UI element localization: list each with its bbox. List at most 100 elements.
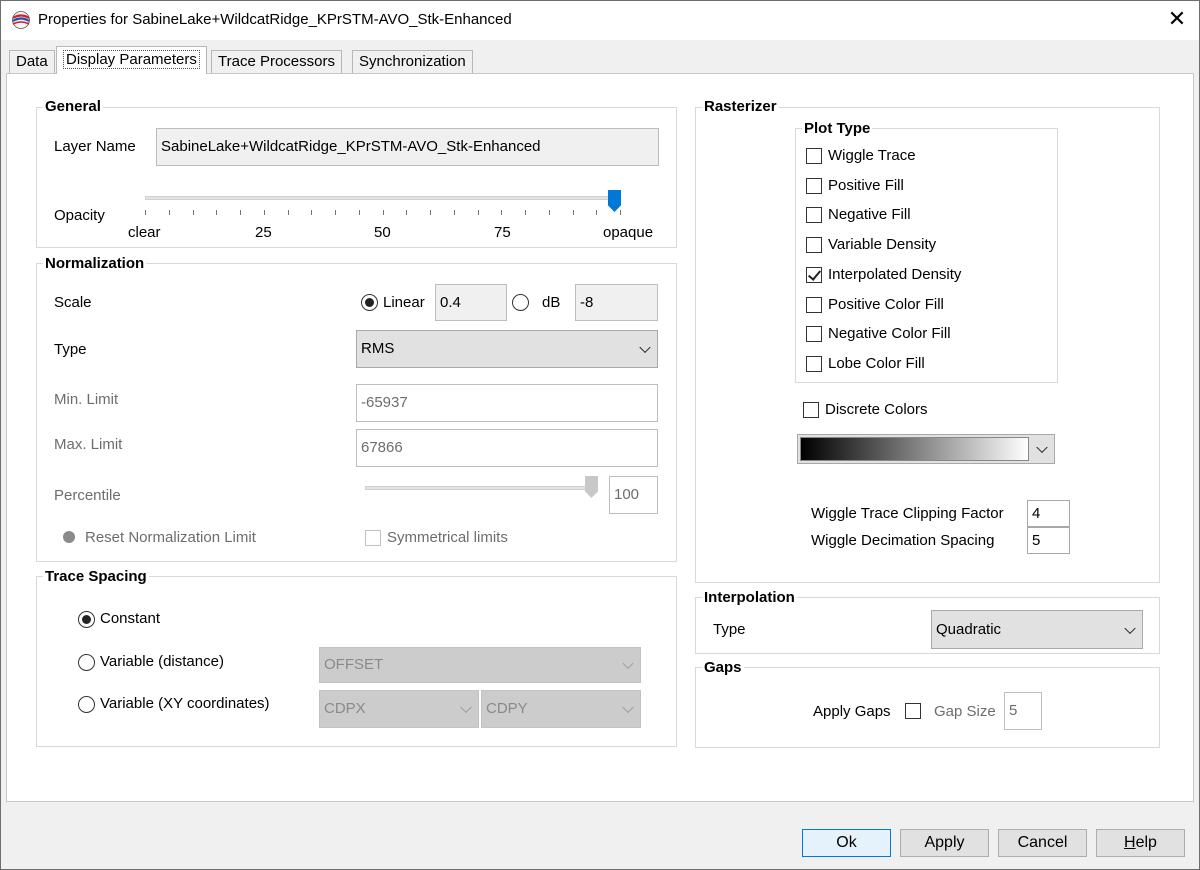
apply-button[interactable]: Apply bbox=[900, 829, 989, 857]
opacity-slider-tick bbox=[145, 210, 146, 215]
layer-name-label: Layer Name bbox=[54, 138, 136, 155]
window-title: Properties for SabineLake+WildcatRidge_K… bbox=[38, 11, 512, 28]
min-limit-label: Min. Limit bbox=[54, 391, 119, 408]
plot-type-positive-fill-checkbox[interactable] bbox=[806, 178, 822, 194]
db-value-input[interactable]: -8 bbox=[575, 284, 658, 321]
tab-display-parameters[interactable]: Display Parameters bbox=[56, 46, 207, 74]
scale-linear-radio[interactable] bbox=[361, 294, 378, 311]
plot-type-group-label: Plot Type bbox=[802, 120, 873, 137]
opacity-tick-25: 25 bbox=[255, 224, 272, 241]
percentile-label: Percentile bbox=[54, 487, 121, 504]
plot-type-group bbox=[795, 128, 1058, 383]
opacity-slider-tick bbox=[335, 210, 336, 215]
gaps-group-label: Gaps bbox=[702, 659, 744, 676]
opacity-slider-tick bbox=[573, 210, 574, 215]
opacity-slider-tick bbox=[549, 210, 550, 215]
percentile-input[interactable]: 100 bbox=[609, 476, 658, 514]
symmetrical-limits-label: Symmetrical limits bbox=[387, 529, 508, 546]
opacity-slider-tick bbox=[264, 210, 265, 215]
discrete-colors-checkbox[interactable] bbox=[803, 402, 819, 418]
spacing-x-value: CDPX bbox=[324, 700, 366, 717]
spacing-y-select[interactable]: CDPY bbox=[481, 690, 641, 728]
plot-type-negative-fill-checkbox[interactable] bbox=[806, 207, 822, 223]
linear-value-input[interactable]: 0.4 bbox=[435, 284, 507, 321]
plot-type-negative-color-fill-label: Negative Color Fill bbox=[828, 325, 951, 342]
scale-label: Scale bbox=[54, 294, 92, 311]
opacity-slider-tick bbox=[525, 210, 526, 215]
percentile-slider[interactable] bbox=[365, 476, 598, 502]
gaps-group bbox=[695, 667, 1160, 748]
chevron-down-icon bbox=[460, 701, 472, 714]
plot-type-variable-density-checkbox[interactable] bbox=[806, 237, 822, 253]
spacing-x-select[interactable]: CDPX bbox=[319, 690, 479, 728]
spacing-y-value: CDPY bbox=[486, 700, 528, 717]
norm-type-value: RMS bbox=[361, 340, 395, 357]
gap-size-input[interactable]: 5 bbox=[1004, 692, 1042, 730]
chevron-down-icon bbox=[622, 701, 634, 714]
max-limit-input[interactable]: 67866 bbox=[356, 429, 658, 467]
spacing-constant-radio[interactable] bbox=[78, 611, 95, 628]
opacity-slider-tick bbox=[383, 210, 384, 215]
opacity-tick-75: 75 bbox=[494, 224, 511, 241]
percentile-slider-thumb[interactable] bbox=[585, 476, 598, 498]
opacity-slider-tick bbox=[454, 210, 455, 215]
plot-type-lobe-color-fill-label: Lobe Color Fill bbox=[828, 355, 925, 372]
opacity-slider-thumb[interactable] bbox=[608, 190, 621, 212]
opacity-slider[interactable] bbox=[145, 190, 621, 218]
plot-type-positive-color-fill-label: Positive Color Fill bbox=[828, 296, 944, 313]
wiggle-clip-input[interactable]: 4 bbox=[1027, 500, 1070, 527]
opacity-tick-clear: clear bbox=[128, 224, 161, 241]
plot-type-wiggle-trace-checkbox[interactable] bbox=[806, 148, 822, 164]
plot-type-interpolated-density-checkbox[interactable] bbox=[806, 267, 822, 283]
opacity-label: Opacity bbox=[54, 207, 105, 224]
close-icon[interactable]: ✕ bbox=[1162, 4, 1192, 34]
interpolation-group-label: Interpolation bbox=[702, 589, 797, 606]
spacing-variable-distance-radio[interactable] bbox=[78, 654, 95, 671]
opacity-slider-tick bbox=[311, 210, 312, 215]
spacing-variable-xy-label: Variable (XY coordinates) bbox=[100, 695, 270, 712]
scale-db-radio[interactable] bbox=[512, 294, 529, 311]
opacity-slider-track bbox=[145, 196, 621, 200]
min-limit-input[interactable]: -65937 bbox=[356, 384, 658, 422]
opacity-slider-tick bbox=[501, 210, 502, 215]
chevron-down-icon bbox=[622, 657, 634, 670]
opacity-slider-tick bbox=[430, 210, 431, 215]
plot-type-positive-color-fill-checkbox[interactable] bbox=[806, 297, 822, 313]
scale-linear-label: Linear bbox=[383, 294, 425, 311]
plot-type-variable-density-label: Variable Density bbox=[828, 236, 937, 253]
ok-button[interactable]: Ok bbox=[802, 829, 891, 857]
spacing-variable-distance-label: Variable (distance) bbox=[100, 653, 224, 670]
wiggle-clip-label: Wiggle Trace Clipping Factor bbox=[811, 505, 1004, 522]
symmetrical-limits-checkbox[interactable] bbox=[365, 530, 381, 546]
opacity-slider-tick bbox=[240, 210, 241, 215]
normalization-group-label: Normalization bbox=[43, 255, 147, 272]
opacity-slider-tick bbox=[478, 210, 479, 215]
cancel-button[interactable]: Cancel bbox=[998, 829, 1087, 857]
plot-type-interpolated-density-label: Interpolated Density bbox=[828, 266, 962, 283]
wiggle-decim-input[interactable]: 5 bbox=[1027, 527, 1070, 554]
plot-type-lobe-color-fill-checkbox[interactable] bbox=[806, 356, 822, 372]
gap-size-label: Gap Size bbox=[934, 703, 996, 720]
general-group-label: General bbox=[43, 98, 103, 115]
interp-type-select[interactable]: Quadratic bbox=[931, 610, 1143, 649]
plot-type-negative-color-fill-checkbox[interactable] bbox=[806, 326, 822, 342]
tab-data[interactable]: Data bbox=[9, 50, 55, 73]
apply-gaps-checkbox[interactable] bbox=[905, 703, 921, 719]
opacity-slider-tick bbox=[169, 210, 170, 215]
tab-synchronization[interactable]: Synchronization bbox=[352, 50, 473, 73]
percentile-slider-track bbox=[365, 486, 598, 490]
app-icon bbox=[12, 11, 30, 29]
trace-spacing-group-label: Trace Spacing bbox=[43, 568, 149, 585]
help-button[interactable]: Help bbox=[1096, 829, 1185, 857]
plot-type-negative-fill-label: Negative Fill bbox=[828, 206, 911, 223]
spacing-distance-select[interactable]: OFFSET bbox=[319, 647, 641, 683]
apply-gaps-label: Apply Gaps bbox=[813, 703, 891, 720]
norm-type-select[interactable]: RMS bbox=[356, 330, 658, 368]
chevron-down-icon bbox=[639, 341, 651, 354]
spacing-variable-xy-radio[interactable] bbox=[78, 696, 95, 713]
layer-name-input[interactable]: SabineLake+WildcatRidge_KPrSTM-AVO_Stk-E… bbox=[156, 128, 659, 166]
tab-trace-processors[interactable]: Trace Processors bbox=[211, 50, 342, 73]
reset-normalization-button[interactable]: Reset Normalization Limit bbox=[85, 529, 256, 546]
reset-bullet-icon bbox=[63, 531, 75, 543]
scale-db-label: dB bbox=[542, 294, 561, 311]
